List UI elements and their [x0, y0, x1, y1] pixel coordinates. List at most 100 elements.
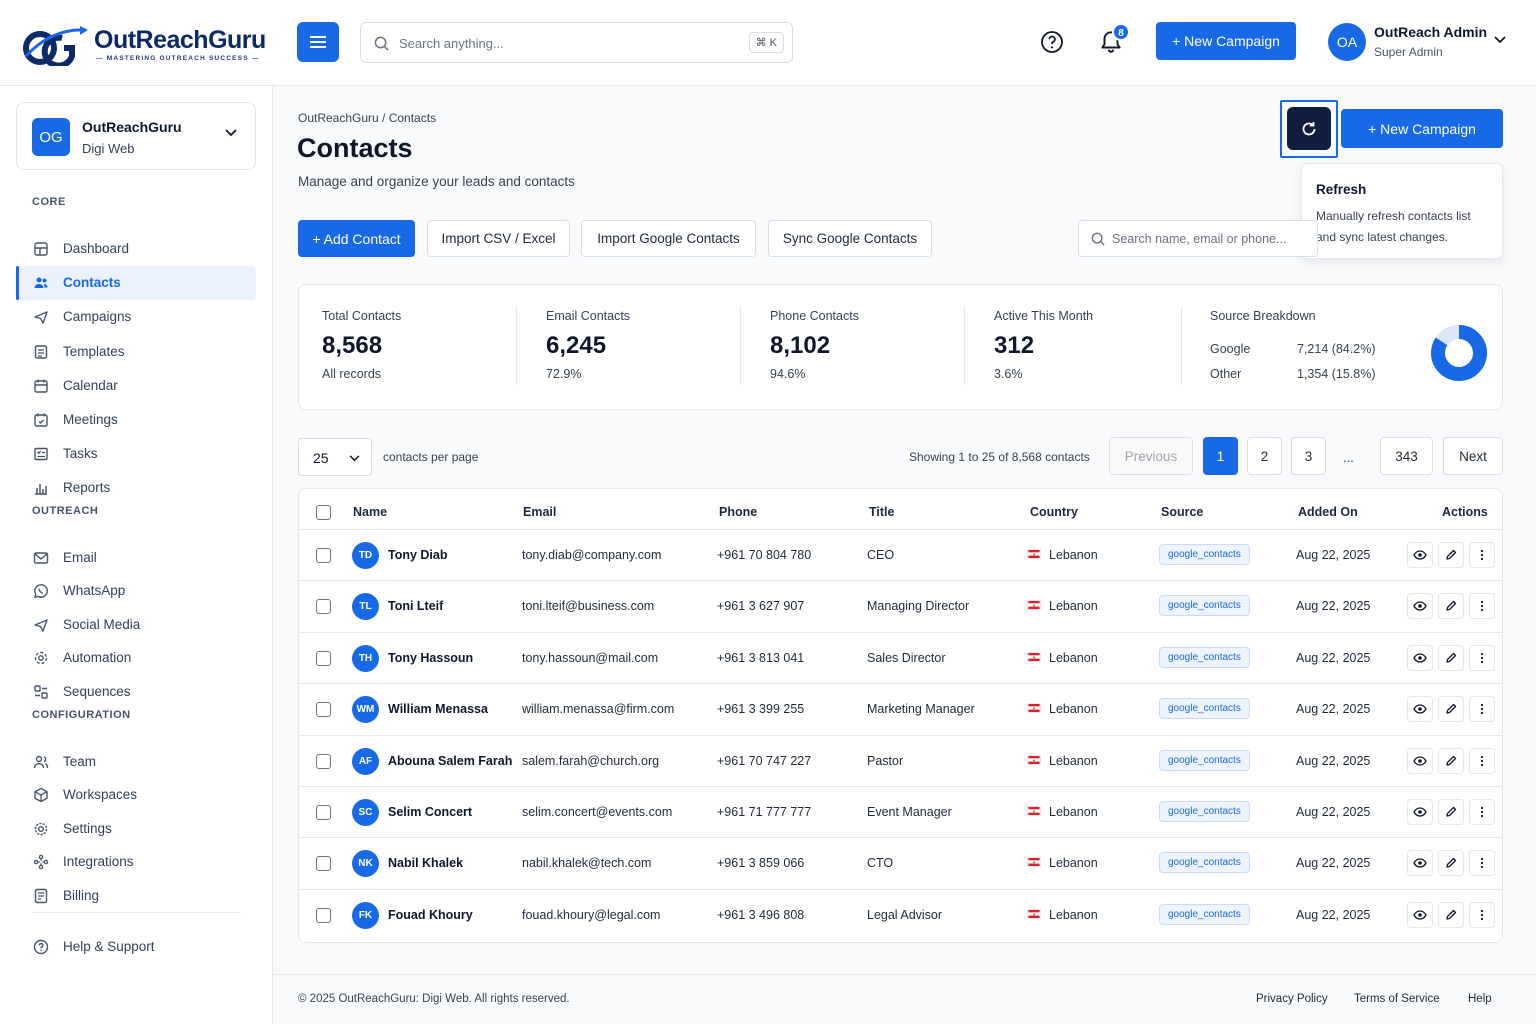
add-contact-button[interactable]: + Add Contact	[298, 220, 415, 257]
view-contact-button[interactable]	[1407, 644, 1433, 671]
more-actions-button[interactable]	[1469, 901, 1495, 928]
page-button-2[interactable]: 2	[1247, 437, 1282, 475]
column-header-name[interactable]: Name	[353, 505, 387, 519]
brand-logo[interactable]: OutReachGuru — MASTERING OUTREACH SUCCES…	[22, 22, 266, 68]
contact-name[interactable]: Fouad Khoury	[388, 908, 473, 922]
chevron-down-icon[interactable]	[1494, 36, 1506, 44]
contact-email[interactable]: salem.farah@church.org	[522, 754, 659, 768]
user-avatar[interactable]: OA	[1328, 23, 1366, 61]
edit-contact-button[interactable]	[1438, 850, 1464, 877]
sidebar-item-whatsapp[interactable]: WhatsApp	[16, 574, 256, 608]
sidebar-item-calendar[interactable]: Calendar	[16, 369, 256, 403]
edit-contact-button[interactable]	[1438, 542, 1464, 568]
footer-help-link[interactable]: Help	[1468, 993, 1492, 1005]
sidebar-item-campaigns[interactable]: Campaigns	[16, 300, 256, 334]
footer-privacy-link[interactable]: Privacy Policy	[1256, 993, 1328, 1005]
import-google-contacts-button[interactable]: Import Google Contacts	[581, 220, 756, 257]
contact-name[interactable]: Tony Diab	[388, 548, 448, 562]
view-contact-button[interactable]	[1407, 542, 1433, 568]
table-row[interactable]: TL Toni Lteif toni.lteif@business.com +961 …	[299, 580, 1502, 631]
contact-name[interactable]: Nabil Khalek	[388, 856, 463, 870]
contact-email[interactable]: nabil.khalek@tech.com	[522, 856, 651, 870]
contact-email[interactable]: fouad.khoury@legal.com	[522, 908, 660, 922]
sidebar-item-workspaces[interactable]: Workspaces	[16, 778, 256, 812]
row-checkbox[interactable]	[316, 599, 331, 615]
contact-email[interactable]: william.menassa@firm.com	[522, 702, 674, 716]
table-row[interactable]: AF Abouna Salem Farah salem.farah@church.o…	[299, 734, 1502, 786]
help-icon[interactable]	[1040, 30, 1064, 54]
contact-email[interactable]: tony.diab@company.com	[522, 548, 661, 562]
footer-terms-link[interactable]: Terms of Service	[1354, 993, 1440, 1005]
edit-contact-button[interactable]	[1438, 747, 1464, 774]
table-row[interactable]: TH Tony Hassoun tony.hassoun@mail.com +961 …	[299, 631, 1502, 683]
sidebar-item-sequences[interactable]: Sequences	[16, 675, 256, 709]
more-actions-button[interactable]	[1469, 799, 1495, 825]
table-row[interactable]: FK Fouad Khoury fouad.khoury@legal.com +961…	[299, 888, 1502, 940]
sidebar-item-billing[interactable]: Billing	[16, 879, 256, 913]
more-actions-button[interactable]	[1469, 747, 1495, 774]
view-contact-button[interactable]	[1407, 901, 1433, 928]
row-checkbox[interactable]	[316, 805, 331, 820]
table-row[interactable]: SC Selim Concert selim.concert@events.com +…	[299, 786, 1502, 837]
refresh-button[interactable]	[1287, 107, 1331, 150]
contact-email[interactable]: toni.lteif@business.com	[522, 599, 654, 613]
sidebar-item-integrations[interactable]: Integrations	[16, 845, 256, 879]
edit-contact-button[interactable]	[1438, 901, 1464, 928]
user-name[interactable]: OutReach Admin	[1374, 24, 1487, 40]
column-header-phone[interactable]: Phone	[719, 505, 757, 519]
contact-email[interactable]: tony.hassoun@mail.com	[522, 651, 658, 665]
menu-toggle-button[interactable]	[297, 22, 339, 62]
more-actions-button[interactable]	[1469, 644, 1495, 671]
row-checkbox[interactable]	[316, 856, 331, 872]
more-actions-button[interactable]	[1469, 542, 1495, 568]
view-contact-button[interactable]	[1407, 696, 1433, 723]
edit-contact-button[interactable]	[1438, 644, 1464, 671]
row-checkbox[interactable]	[316, 650, 331, 666]
page-button-343[interactable]: 343	[1380, 437, 1433, 475]
more-actions-button[interactable]	[1469, 696, 1495, 723]
sidebar-item-reports[interactable]: Reports	[16, 471, 256, 505]
column-header-country[interactable]: Country	[1030, 505, 1078, 519]
view-contact-button[interactable]	[1407, 799, 1433, 825]
contacts-search-input[interactable]: Search name, email or phone...	[1078, 220, 1318, 257]
page-button-1[interactable]: 1	[1203, 437, 1238, 475]
sidebar-item-templates[interactable]: Templates	[16, 335, 256, 369]
contact-name[interactable]: Selim Concert	[388, 805, 472, 819]
workspace-switcher[interactable]: OG OutReachGuru Digi Web	[16, 102, 256, 170]
per-page-select[interactable]: 25	[298, 438, 372, 476]
sidebar-item-social-media[interactable]: Social Media	[16, 608, 256, 642]
previous-page-button[interactable]: Previous	[1109, 437, 1193, 475]
table-row[interactable]: TD Tony Diab tony.diab@company.com +961 70 …	[299, 529, 1502, 580]
view-contact-button[interactable]	[1407, 850, 1433, 877]
column-header-added-on[interactable]: Added On	[1298, 505, 1358, 519]
row-checkbox[interactable]	[316, 548, 331, 563]
column-header-title[interactable]: Title	[869, 505, 894, 519]
sidebar-item-dashboard[interactable]: Dashboard	[16, 232, 256, 266]
sidebar-item-meetings[interactable]: Meetings	[16, 403, 256, 437]
more-actions-button[interactable]	[1469, 850, 1495, 877]
sidebar-item-contacts[interactable]: Contacts	[16, 266, 256, 300]
row-checkbox[interactable]	[316, 702, 331, 718]
contact-name[interactable]: William Menassa	[388, 702, 488, 716]
contact-email[interactable]: selim.concert@events.com	[522, 805, 672, 819]
sidebar-item-tasks[interactable]: Tasks	[16, 437, 256, 471]
column-header-email[interactable]: Email	[523, 505, 556, 519]
sidebar-item-help-support[interactable]: Help & Support	[16, 930, 256, 964]
page-button-3[interactable]: 3	[1291, 437, 1326, 475]
row-checkbox[interactable]	[316, 907, 331, 923]
import-csv-button[interactable]: Import CSV / Excel	[427, 220, 570, 257]
sidebar-item-team[interactable]: Team	[16, 745, 256, 779]
breadcrumb[interactable]: OutReachGuru / Contacts	[298, 111, 436, 125]
more-actions-button[interactable]	[1469, 593, 1495, 620]
select-all-checkbox[interactable]	[316, 505, 331, 520]
table-row[interactable]: WM William Menassa william.menassa@firm.co…	[299, 683, 1502, 734]
global-search-input[interactable]: Search anything... ⌘ K	[360, 22, 793, 63]
row-checkbox[interactable]	[316, 753, 331, 769]
next-page-button[interactable]: Next	[1443, 437, 1503, 475]
view-contact-button[interactable]	[1407, 593, 1433, 620]
sidebar-item-automation[interactable]: Automation	[16, 641, 256, 675]
contact-name[interactable]: Tony Hassoun	[388, 651, 473, 665]
sync-google-contacts-button[interactable]: Sync Google Contacts	[768, 220, 932, 257]
header-new-campaign-button[interactable]: + New Campaign	[1156, 22, 1296, 60]
table-row[interactable]: NK Nabil Khalek nabil.khalek@tech.com +961 …	[299, 837, 1502, 888]
